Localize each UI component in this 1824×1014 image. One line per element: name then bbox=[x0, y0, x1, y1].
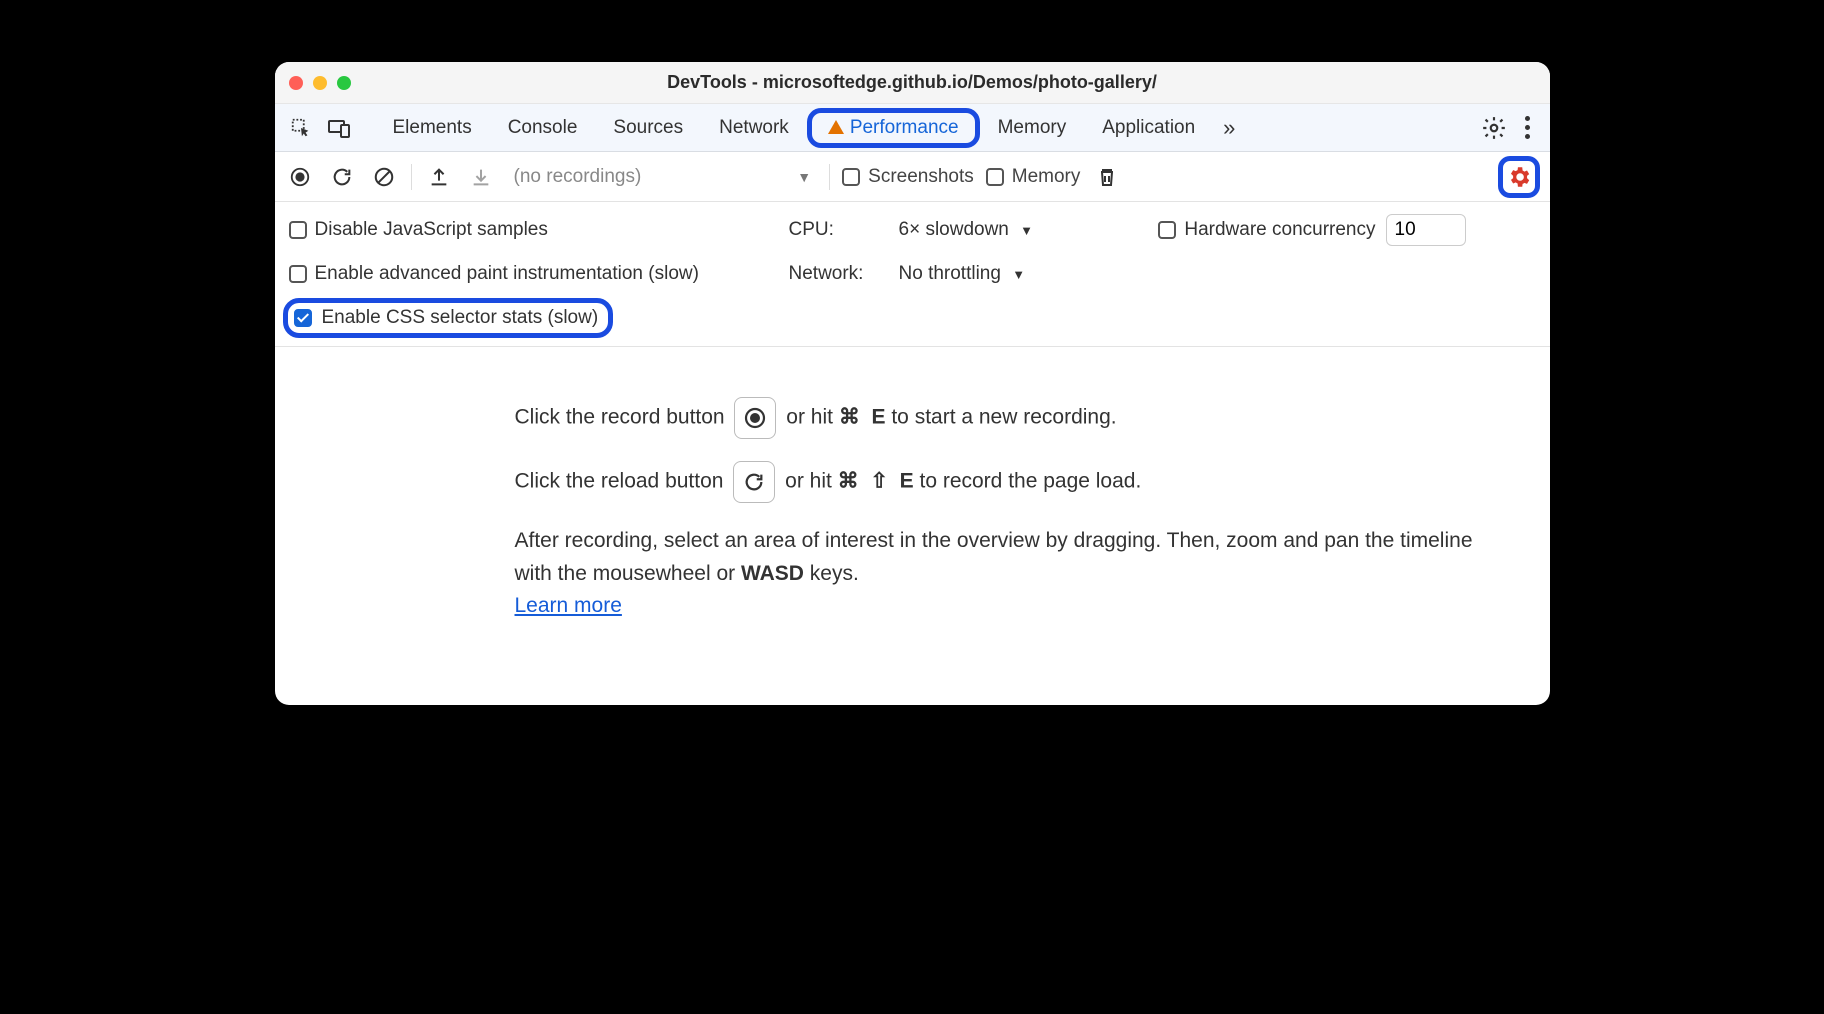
titlebar: DevTools - microsoftedge.github.io/Demos… bbox=[275, 62, 1550, 104]
disable-js-samples-checkbox[interactable] bbox=[289, 221, 307, 239]
tab-memory[interactable]: Memory bbox=[980, 109, 1085, 147]
maximize-window-button[interactable] bbox=[337, 76, 351, 90]
more-tabs-icon[interactable]: » bbox=[1213, 115, 1245, 141]
screenshots-checkbox-row[interactable]: Screenshots bbox=[842, 166, 974, 188]
instruction-reload: Click the reload button or hit ⌘ ⇧ E to … bbox=[515, 461, 1490, 503]
capture-settings-button[interactable] bbox=[1498, 156, 1540, 198]
disable-js-samples-label: Disable JavaScript samples bbox=[315, 219, 548, 241]
panel-tabs: Elements Console Sources Network Perform… bbox=[375, 108, 1246, 148]
tab-sources[interactable]: Sources bbox=[595, 109, 701, 147]
memory-label: Memory bbox=[1012, 166, 1081, 188]
warning-icon bbox=[828, 120, 844, 134]
traffic-lights bbox=[289, 76, 351, 90]
screenshots-checkbox[interactable] bbox=[842, 168, 860, 186]
reload-button[interactable] bbox=[327, 162, 357, 192]
memory-checkbox-row[interactable]: Memory bbox=[986, 166, 1081, 188]
css-selector-stats-highlight: Enable CSS selector stats (slow) bbox=[283, 298, 614, 338]
close-window-button[interactable] bbox=[289, 76, 303, 90]
css-selector-stats-checkbox[interactable] bbox=[294, 309, 312, 327]
dropdown-caret-icon: ▼ bbox=[797, 169, 811, 185]
window-title: DevTools - microsoftedge.github.io/Demos… bbox=[275, 72, 1550, 93]
separator bbox=[829, 164, 830, 190]
performance-toolbar: (no recordings) ▼ Screenshots Memory bbox=[275, 152, 1550, 202]
main-tabbar: Elements Console Sources Network Perform… bbox=[275, 104, 1550, 152]
hardware-concurrency-label: Hardware concurrency bbox=[1184, 219, 1375, 241]
cpu-label: CPU: bbox=[789, 219, 889, 241]
dropdown-caret-icon: ▼ bbox=[1012, 267, 1025, 282]
settings-icon[interactable] bbox=[1478, 112, 1510, 144]
recordings-select[interactable]: (no recordings) ▼ bbox=[508, 166, 818, 188]
hardware-concurrency-row[interactable]: Hardware concurrency bbox=[1158, 219, 1375, 241]
instruction-record: Click the record button or hit ⌘ E to st… bbox=[515, 397, 1490, 439]
dropdown-caret-icon: ▼ bbox=[1020, 223, 1033, 238]
performance-landing: Click the record button or hit ⌘ E to st… bbox=[275, 347, 1550, 705]
separator bbox=[411, 164, 412, 190]
capture-settings-panel: Disable JavaScript samples CPU: 6× slowd… bbox=[275, 202, 1550, 347]
tab-elements[interactable]: Elements bbox=[375, 109, 490, 147]
collect-garbage-icon[interactable] bbox=[1092, 162, 1122, 192]
device-toolbar-icon[interactable] bbox=[323, 112, 355, 144]
tab-console[interactable]: Console bbox=[490, 109, 596, 147]
advanced-paint-row[interactable]: Enable advanced paint instrumentation (s… bbox=[289, 263, 699, 285]
inspect-element-icon[interactable] bbox=[285, 112, 317, 144]
memory-checkbox[interactable] bbox=[986, 168, 1004, 186]
clear-button[interactable] bbox=[369, 162, 399, 192]
record-inline-icon bbox=[734, 397, 776, 439]
tab-network[interactable]: Network bbox=[701, 109, 807, 147]
disable-js-samples-row[interactable]: Disable JavaScript samples bbox=[289, 219, 548, 241]
tab-performance-label: Performance bbox=[850, 117, 959, 139]
record-button[interactable] bbox=[285, 162, 315, 192]
tab-application[interactable]: Application bbox=[1084, 109, 1213, 147]
devtools-window: DevTools - microsoftedge.github.io/Demos… bbox=[275, 62, 1550, 705]
more-options-icon[interactable] bbox=[1516, 116, 1540, 139]
upload-button[interactable] bbox=[424, 162, 454, 192]
hardware-concurrency-input[interactable] bbox=[1386, 214, 1466, 246]
hardware-concurrency-checkbox[interactable] bbox=[1158, 221, 1176, 239]
network-label: Network: bbox=[789, 263, 889, 285]
css-selector-stats-label: Enable CSS selector stats (slow) bbox=[322, 307, 599, 329]
advanced-paint-label: Enable advanced paint instrumentation (s… bbox=[315, 263, 699, 285]
minimize-window-button[interactable] bbox=[313, 76, 327, 90]
advanced-paint-checkbox[interactable] bbox=[289, 265, 307, 283]
instruction-analyze: After recording, select an area of inter… bbox=[515, 525, 1490, 623]
recordings-placeholder: (no recordings) bbox=[514, 166, 642, 188]
screenshots-label: Screenshots bbox=[868, 166, 974, 188]
download-button[interactable] bbox=[466, 162, 496, 192]
learn-more-link[interactable]: Learn more bbox=[515, 594, 622, 617]
cpu-throttling-select[interactable]: 6× slowdown ▼ bbox=[899, 219, 1034, 241]
reload-inline-icon bbox=[733, 461, 775, 503]
network-throttling-select[interactable]: No throttling ▼ bbox=[899, 263, 1026, 285]
tab-performance[interactable]: Performance bbox=[807, 108, 980, 148]
